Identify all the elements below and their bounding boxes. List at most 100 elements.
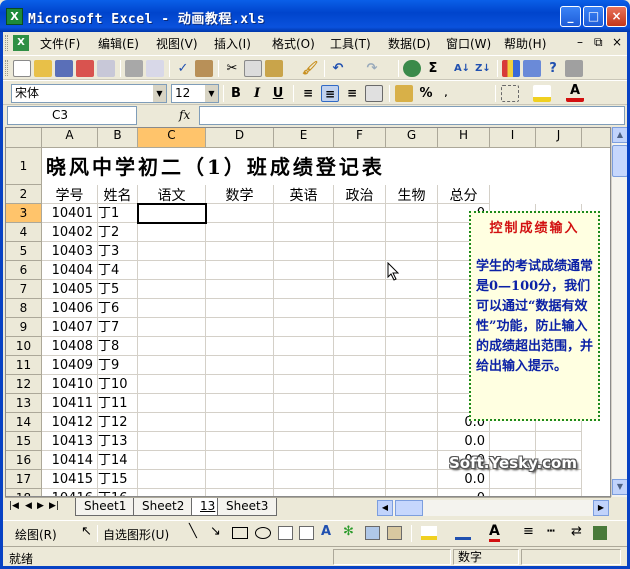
cell-empty[interactable]	[206, 204, 274, 223]
cell-empty[interactable]	[138, 242, 206, 261]
scroll-up-icon[interactable]: ▲	[612, 127, 628, 143]
cell-empty[interactable]	[206, 223, 274, 242]
cell-name[interactable]: 丁9	[98, 356, 138, 375]
column-header-extra[interactable]	[582, 128, 610, 148]
cell-empty[interactable]	[386, 299, 438, 318]
cell-empty[interactable]	[334, 432, 386, 451]
row-header[interactable]: 1	[6, 148, 42, 185]
cell-empty[interactable]	[274, 242, 334, 261]
cell-empty[interactable]	[206, 242, 274, 261]
menu-data[interactable]: 数据(D)	[388, 35, 431, 52]
column-header[interactable]: J	[536, 128, 582, 148]
cell-empty[interactable]	[274, 223, 334, 242]
vertical-textbox-icon[interactable]	[299, 526, 314, 540]
insert-function-button[interactable]: fx	[179, 108, 190, 122]
menu-edit[interactable]: 编辑(E)	[98, 35, 139, 52]
open-icon[interactable]	[34, 60, 52, 77]
cell-empty[interactable]	[274, 318, 334, 337]
maximize-button[interactable]: □	[583, 6, 604, 27]
cell-empty[interactable]	[138, 489, 206, 496]
cell-name[interactable]: 丁10	[98, 375, 138, 394]
doc-restore-button[interactable]: ⧉	[594, 35, 603, 50]
tab-sheet3[interactable]: Sheet3	[217, 498, 278, 516]
cell-empty[interactable]	[334, 451, 386, 470]
cell-name[interactable]: 丁16	[98, 489, 138, 496]
cell-name[interactable]: 丁14	[98, 451, 138, 470]
cell-empty[interactable]	[334, 280, 386, 299]
cell-id[interactable]: 10408	[42, 337, 98, 356]
cell-empty[interactable]	[386, 394, 438, 413]
cell-empty[interactable]	[206, 489, 274, 496]
next-sheet-icon[interactable]: ▶	[37, 501, 44, 511]
cell-empty[interactable]	[274, 470, 334, 489]
cell-empty[interactable]	[386, 337, 438, 356]
cell-empty[interactable]	[386, 242, 438, 261]
cell-empty[interactable]	[138, 470, 206, 489]
excel-doc-icon[interactable]: X	[13, 35, 29, 51]
cell-empty[interactable]	[206, 318, 274, 337]
cell-id[interactable]: 10406	[42, 299, 98, 318]
column-header[interactable]: A	[42, 128, 98, 148]
cell-empty[interactable]	[386, 470, 438, 489]
close-button[interactable]: ×	[606, 6, 627, 27]
font-size-select[interactable]: 12 ▼	[171, 84, 219, 103]
cell-total[interactable]: 0	[438, 489, 490, 496]
cell-empty[interactable]	[138, 432, 206, 451]
cell-name[interactable]: 丁12	[98, 413, 138, 432]
percent-button[interactable]: %	[417, 85, 435, 102]
hyperlink-icon[interactable]	[403, 60, 421, 77]
bold-button[interactable]: B	[227, 85, 245, 102]
currency-icon[interactable]	[395, 85, 413, 102]
cell-empty[interactable]	[274, 261, 334, 280]
paste-icon[interactable]	[265, 60, 283, 77]
spelling-icon[interactable]: ✓	[174, 60, 192, 77]
formula-input[interactable]	[199, 106, 625, 125]
cell-empty[interactable]	[206, 413, 274, 432]
cell-name[interactable]: 丁15	[98, 470, 138, 489]
comma-style-icon[interactable]: ,	[437, 85, 455, 102]
cell-empty[interactable]	[334, 242, 386, 261]
row-header[interactable]: 15	[6, 432, 42, 451]
copy-icon[interactable]	[244, 60, 262, 77]
row-header[interactable]: 18	[6, 489, 42, 496]
last-sheet-icon[interactable]: ▶|	[49, 501, 59, 511]
header-cell[interactable]: 生物	[386, 185, 438, 204]
cell-empty[interactable]	[206, 261, 274, 280]
excel-icon[interactable]: X	[6, 8, 23, 25]
cell-empty[interactable]	[334, 394, 386, 413]
cell-id[interactable]: 10405	[42, 280, 98, 299]
cell-empty[interactable]	[274, 280, 334, 299]
row-header[interactable]: 6	[6, 261, 42, 280]
header-cell[interactable]: 语文	[138, 185, 206, 204]
cell-empty[interactable]	[206, 432, 274, 451]
cell-empty[interactable]	[138, 318, 206, 337]
column-header[interactable]: B	[98, 128, 138, 148]
new-icon[interactable]	[13, 60, 31, 77]
header-cell[interactable]: 政治	[334, 185, 386, 204]
scroll-left-icon[interactable]: ◀	[377, 500, 393, 516]
cell-empty[interactable]	[386, 318, 438, 337]
diagram-icon[interactable]: ✻	[343, 524, 354, 539]
column-header[interactable]: I	[490, 128, 536, 148]
cell-empty[interactable]	[138, 337, 206, 356]
menu-window[interactable]: 窗口(W)	[446, 35, 491, 52]
cell-empty[interactable]	[536, 470, 582, 489]
cell-name[interactable]: 丁2	[98, 223, 138, 242]
cell-name[interactable]: 丁3	[98, 242, 138, 261]
prev-sheet-icon[interactable]: ◀	[25, 501, 32, 511]
vertical-scrollbar[interactable]: ▲ ▼	[611, 127, 628, 497]
row-header[interactable]: 13	[6, 394, 42, 413]
cell-empty[interactable]	[138, 261, 206, 280]
menu-insert[interactable]: 插入(I)	[214, 35, 251, 52]
italic-button[interactable]: I	[248, 85, 266, 102]
header-cell[interactable]: 数学	[206, 185, 274, 204]
sort-ascending-icon[interactable]: A↓	[453, 60, 471, 77]
column-header[interactable]: D	[206, 128, 274, 148]
cell-empty[interactable]	[206, 280, 274, 299]
minimize-button[interactable]: _	[560, 6, 581, 27]
font-name-select[interactable]: 宋体 ▼	[11, 84, 167, 103]
row-header[interactable]: 5	[6, 242, 42, 261]
underline-button[interactable]: U	[269, 85, 287, 102]
autoshapes-menu-button[interactable]: 自选图形(U)	[103, 526, 169, 543]
cell-empty[interactable]	[490, 432, 536, 451]
